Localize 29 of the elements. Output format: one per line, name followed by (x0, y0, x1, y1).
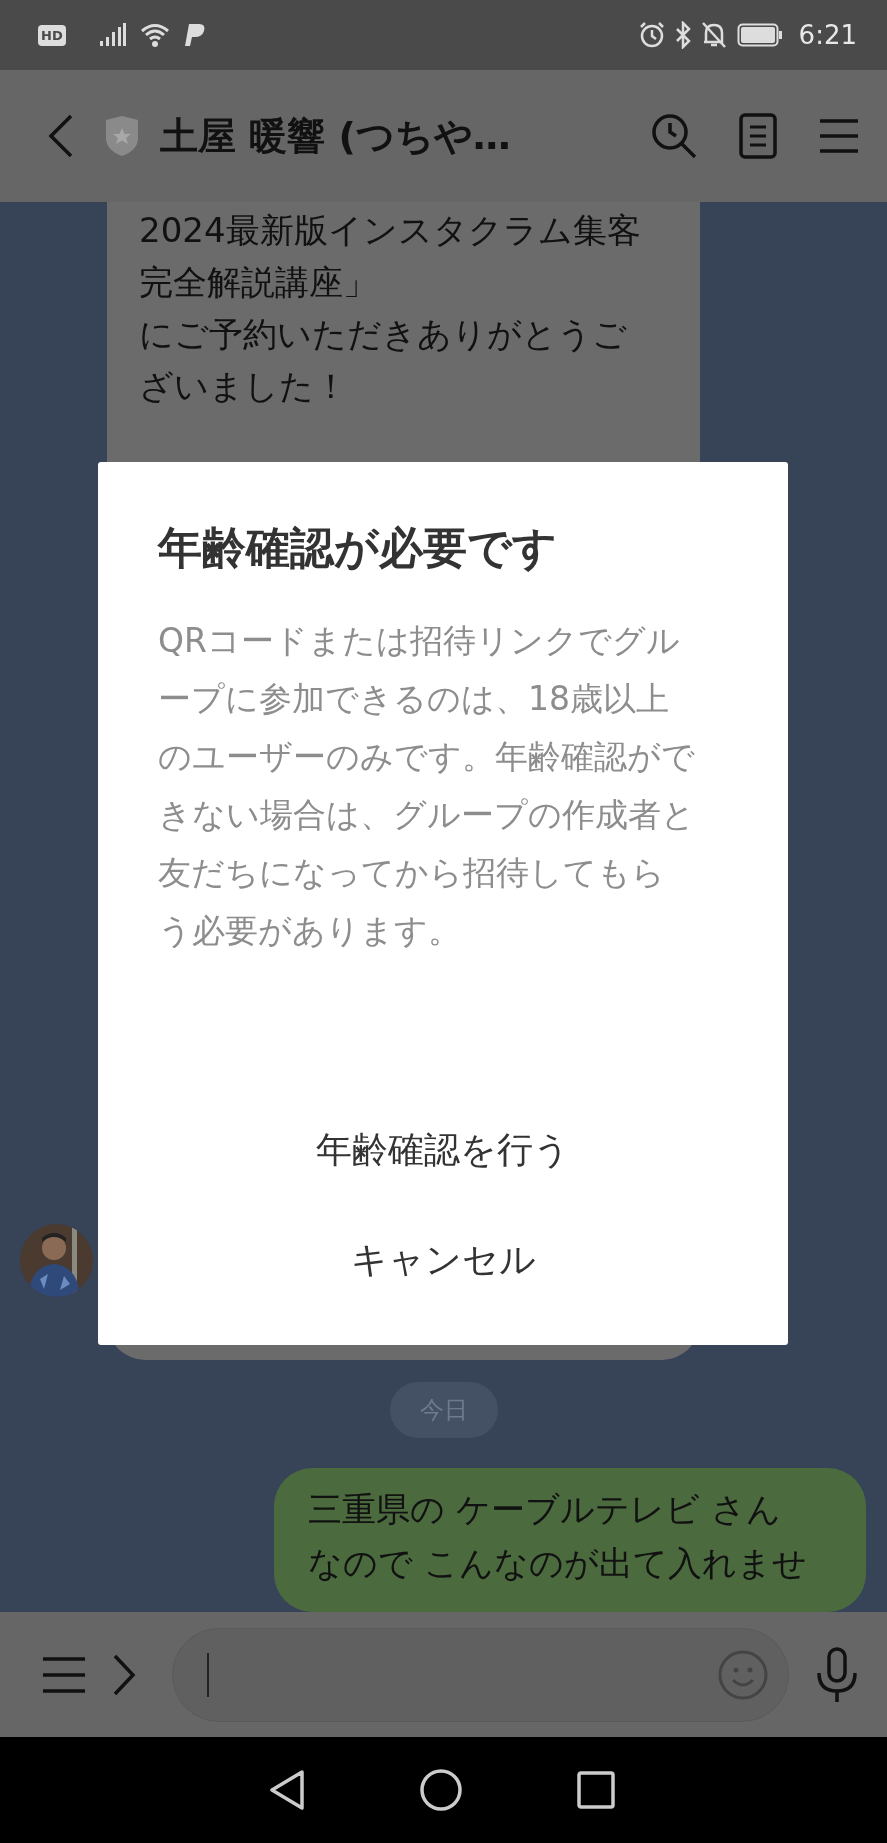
alarm-icon (638, 22, 665, 48)
battery-icon (736, 23, 783, 47)
payment-icon (183, 23, 206, 47)
dialog-title: 年齢確認が必要です (158, 521, 558, 575)
search-icon[interactable] (651, 113, 697, 159)
microphone-icon[interactable] (815, 1646, 859, 1703)
message-text: にご予約いただきありがとうご (139, 313, 627, 356)
chevron-right-icon[interactable] (112, 1653, 136, 1696)
dialog-button[interactable]: 年齢確認を行う (296, 1095, 590, 1205)
menu-icon[interactable] (819, 119, 859, 153)
home-icon[interactable] (419, 1769, 462, 1811)
bell-off-icon (700, 21, 727, 49)
shield-icon (104, 116, 140, 156)
clock-time: 6:21 (798, 20, 857, 50)
recents-icon[interactable] (576, 1771, 615, 1809)
chat-title: 土屋 暖響 (つちや… (160, 112, 511, 160)
message-text: ざいました！ (139, 365, 348, 408)
message-text: 完全解説講座」 (139, 261, 377, 304)
hd-badge: HD (38, 24, 66, 46)
dialog-button[interactable]: キャンセル (330, 1205, 556, 1315)
dialog-message: QRコードまたは招待リンクでグループに参加できるのは、18歳以上のユーザーのみです。年齢確認ができない場合は、グループの作成者と友だちになってから招待してもらう必要があります。 (158, 620, 696, 952)
menu-icon[interactable] (42, 1656, 86, 1693)
wifi-icon (139, 22, 170, 48)
message-text: なので こんなのが出て入れませ (308, 1542, 807, 1585)
bluetooth-icon (674, 21, 691, 49)
notes-icon[interactable] (739, 113, 777, 159)
message-text: 三重県の ケーブルテレビ さん (308, 1488, 781, 1531)
message-text: 2024最新版インスタクラム集客 (139, 209, 641, 252)
signal-icon (99, 23, 126, 47)
